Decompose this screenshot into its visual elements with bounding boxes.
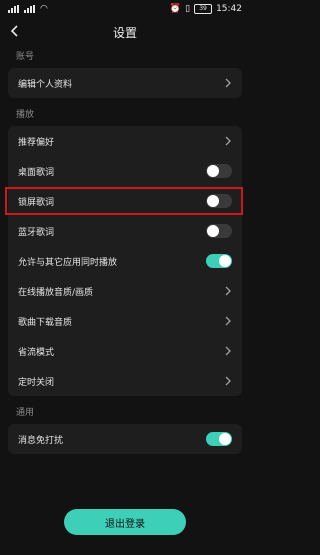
logout-button[interactable]: 退出登录 (64, 509, 186, 535)
settings-row-label: 推荐偏好 (18, 137, 55, 148)
chevron-right-icon (225, 78, 231, 88)
status-right: ⏰ ▯ 39 15:42 (170, 4, 242, 14)
section-label-general: 通用 (16, 408, 35, 418)
settings-row-label: 桌面歌词 (18, 167, 55, 178)
toggle-switch[interactable] (206, 194, 232, 208)
header: 设置 (0, 18, 250, 46)
alarm-icon: ⏰ (169, 4, 182, 14)
settings-row-label: 蓝牙歌词 (18, 227, 55, 238)
wifi-icon: ◠ (40, 4, 48, 14)
settings-row[interactable]: 歌曲下载音质 (8, 306, 242, 336)
settings-row-label: 省流模式 (18, 347, 55, 358)
page-title: 设置 (112, 25, 137, 40)
toggle-knob (207, 195, 219, 207)
chevron-right-icon (225, 316, 231, 326)
settings-row[interactable]: 桌面歌词 (8, 156, 242, 186)
signal-icon (8, 5, 20, 13)
chevron-right-icon (225, 286, 231, 296)
chevron-right-icon (225, 376, 231, 386)
signal-icon-2 (24, 5, 36, 13)
section-label-playback: 播放 (16, 110, 35, 120)
settings-row[interactable]: 消息免打扰 (8, 424, 242, 454)
settings-row-label: 允许与其它应用同时播放 (18, 257, 118, 268)
toggle-switch[interactable] (206, 164, 232, 178)
settings-row[interactable]: 锁屏歌词 (8, 186, 242, 216)
playback-card: 推荐偏好桌面歌词锁屏歌词蓝牙歌词允许与其它应用同时播放 在线播放音质/画质 歌曲下载… (8, 126, 242, 396)
settings-row-label: 歌曲下载音质 (18, 317, 73, 328)
toggle-knob (219, 433, 231, 445)
toggle-knob (219, 255, 231, 267)
settings-row[interactable]: 允许与其它应用同时播放 (8, 246, 242, 276)
chevron-right-icon (225, 346, 231, 356)
chevron-left-icon[interactable] (8, 24, 22, 38)
account-card: 编辑个人资料 (8, 68, 242, 98)
toggle-switch[interactable] (206, 432, 232, 446)
settings-row[interactable]: 定时关闭 (8, 366, 242, 396)
section-label-account: 账号 (16, 52, 35, 62)
settings-row-label: 编辑个人资料 (18, 79, 73, 90)
settings-row[interactable]: 推荐偏好 (8, 126, 242, 156)
settings-row[interactable]: 省流模式 (8, 336, 242, 366)
settings-row[interactable]: 在线播放音质/画质 (8, 276, 242, 306)
settings-row-label: 定时关闭 (18, 377, 55, 388)
general-card: 消息免打扰 (8, 424, 242, 454)
settings-row[interactable]: 编辑个人资料 (8, 68, 242, 98)
settings-row-label: 在线播放音质/画质 (18, 287, 94, 298)
vibrate-icon: ▯ (185, 4, 191, 14)
status-bar: ◠ ⏰ ▯ 39 15:42 (0, 0, 250, 18)
toggle-knob (207, 165, 219, 177)
toggle-knob (207, 225, 219, 237)
toggle-switch[interactable] (206, 254, 232, 268)
clock: 15:42 (216, 4, 242, 14)
settings-row-label: 消息免打扰 (18, 435, 64, 446)
toggle-switch[interactable] (206, 224, 232, 238)
settings-row-label: 锁屏歌词 (18, 197, 55, 208)
chevron-right-icon (225, 136, 231, 146)
battery-indicator: 39 (194, 4, 213, 14)
settings-row[interactable]: 蓝牙歌词 (8, 216, 242, 246)
status-left: ◠ (8, 4, 48, 14)
